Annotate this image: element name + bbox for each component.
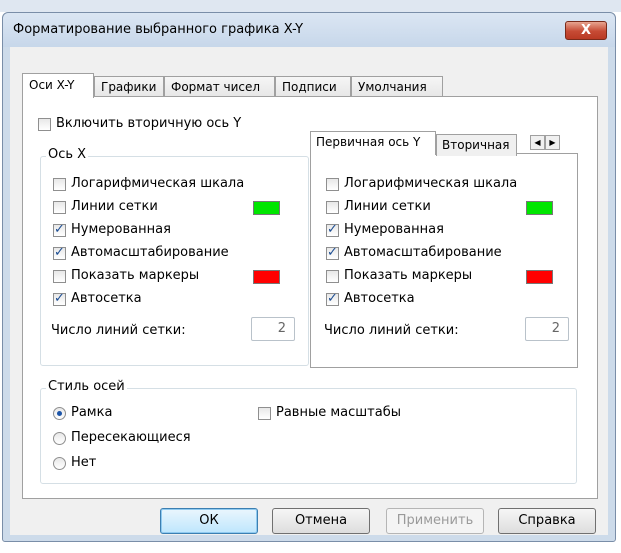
title-bar[interactable]: Форматирование выбранного графика X-Y X [3,13,615,47]
x-log-scale-label: Логарифмическая шкала [71,176,245,191]
axis-style-crossed-radio[interactable] [53,432,66,445]
y-grid-lines-checkbox[interactable] [326,201,339,214]
y-grid-lines-label: Линии сетки [344,199,431,214]
y-auto-grid-label: Автосетка [344,291,415,306]
equal-scales-checkbox[interactable] [258,407,271,420]
axis-style-crossed-label: Пересекающиеся [71,430,191,445]
x-axis-legend: Ось X [46,147,89,162]
xy-axes-panel: Включить вторичную ось Y Ось X Логарифми… [22,96,598,499]
tab-traces[interactable]: Графики [94,76,164,97]
dialog-client-area: Оси X-Y Графики Формат чисел Подписи Умо… [10,47,608,535]
enable-secondary-y-checkbox[interactable] [38,118,51,131]
tab-scroll-right-icon[interactable]: ▶ [545,135,560,150]
format-xy-plot-dialog: Форматирование выбранного графика X-Y X … [2,12,616,542]
y-grid-count-label: Число линий сетки: [324,323,459,338]
y-autoscale-checkbox[interactable] [326,245,339,260]
y-auto-grid-checkbox[interactable] [326,291,339,306]
axis-style-box-label: Рамка [71,405,113,420]
x-grid-count-input[interactable]: 2 [251,317,295,341]
axis-style-none-radio[interactable] [53,457,66,470]
y-marker-color-swatch[interactable] [526,270,553,284]
x-grid-count-label: Число линий сетки: [51,323,186,338]
x-grid-lines-checkbox[interactable] [53,201,66,214]
x-marker-color-swatch[interactable] [253,270,280,284]
y-log-scale-checkbox[interactable] [326,178,339,191]
x-grid-lines-label: Линии сетки [71,199,158,214]
axis-style-legend: Стиль осей [46,379,127,394]
axis-style-none-label: Нет [71,455,97,470]
tab-number-format[interactable]: Формат чисел [164,76,275,97]
axis-style-box-radio[interactable] [53,407,66,420]
x-numbered-label: Нумерованная [71,222,171,237]
x-log-scale-checkbox[interactable] [53,178,66,191]
y-numbered-checkbox[interactable] [326,222,339,237]
tab-defaults[interactable]: Умолчания [351,76,443,97]
y-autoscale-label: Автомасштабирование [344,245,502,260]
tab-xy-axes[interactable]: Оси X-Y [22,73,94,98]
dialog-title: Форматирование выбранного графика X-Y [13,22,304,37]
ok-button[interactable]: ОК [160,508,258,534]
tab-secondary-y[interactable]: Вторичная [436,134,517,156]
cancel-button[interactable]: Отмена [272,508,370,534]
x-show-markers-checkbox[interactable] [53,270,66,283]
enable-secondary-y-label: Включить вторичную ось Y [56,116,242,131]
close-button[interactable]: X [565,21,607,40]
x-autoscale-label: Автомасштабирование [71,245,229,260]
x-autoscale-checkbox[interactable] [53,245,66,260]
y-log-scale-label: Логарифмическая шкала [344,176,518,191]
tab-primary-y[interactable]: Первичная ось Y [310,131,436,155]
x-auto-grid-label: Автосетка [71,291,142,306]
x-auto-grid-checkbox[interactable] [53,291,66,306]
x-numbered-checkbox[interactable] [53,222,66,237]
y-numbered-label: Нумерованная [344,222,444,237]
tab-labels[interactable]: Подписи [275,76,351,97]
apply-button[interactable]: Применить [386,508,484,534]
x-grid-color-swatch[interactable] [253,201,280,215]
y-show-markers-label: Показать маркеры [344,268,473,283]
tab-scroll-left-icon[interactable]: ◀ [530,135,545,150]
y-grid-color-swatch[interactable] [526,201,553,215]
y-show-markers-checkbox[interactable] [326,270,339,283]
equal-scales-label: Равные масштабы [276,405,401,420]
y-grid-count-input[interactable]: 2 [525,317,569,341]
x-show-markers-label: Показать маркеры [71,268,200,283]
background-toolbar-strip [0,0,621,12]
help-button[interactable]: Справка [498,508,596,534]
